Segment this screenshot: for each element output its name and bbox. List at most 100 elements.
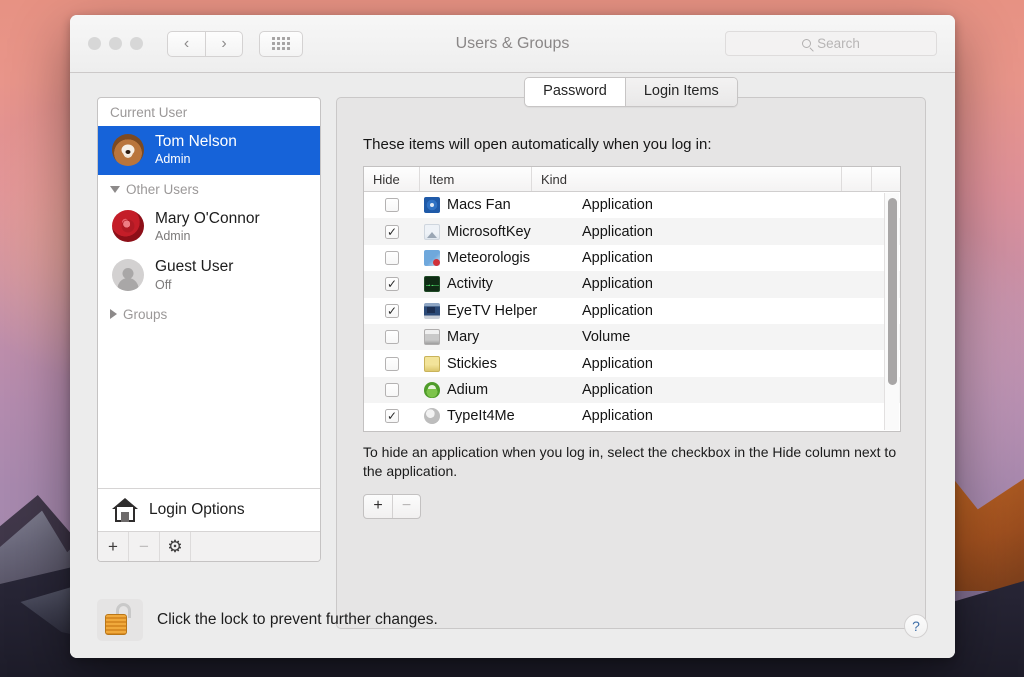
minimize-button[interactable] (109, 37, 122, 50)
item-name: Meteorologis (447, 250, 530, 266)
avatar (112, 259, 144, 291)
add-remove-login-item-buttons: + − (363, 494, 421, 519)
hide-checkbox[interactable] (385, 330, 399, 344)
kind-cell: Application (580, 197, 900, 213)
traffic-light-buttons (88, 37, 143, 50)
table-row[interactable]: Macs Fan Application (364, 192, 900, 218)
users-sidebar: Current User Tom Nelson Admin Other User… (97, 97, 321, 562)
forward-button[interactable]: › (205, 31, 243, 57)
item-name: Activity (447, 276, 493, 292)
hide-checkbox[interactable] (385, 198, 399, 212)
hide-checkbox[interactable] (385, 251, 399, 265)
hide-checkbox[interactable]: ✓ (385, 277, 399, 291)
add-login-item-button[interactable]: + (364, 495, 392, 518)
lock-row: Click the lock to prevent further change… (97, 599, 438, 641)
kind-cell: Application (580, 276, 900, 292)
sidebar-item-guest-user[interactable]: Guest User Off (98, 251, 320, 300)
column-header-kind[interactable]: Kind (532, 167, 842, 191)
sidebar-group-groups[interactable]: Groups (98, 300, 320, 328)
sidebar-group-other-users[interactable]: Other Users (98, 175, 320, 203)
hide-checkbox[interactable] (385, 383, 399, 397)
unlocked-padlock-icon[interactable] (97, 599, 143, 641)
hide-cell: ✓ (364, 304, 420, 318)
help-button[interactable]: ? (904, 614, 928, 638)
sidebar-item-tom-nelson[interactable]: Tom Nelson Admin (98, 126, 320, 175)
gear-icon[interactable]: ⚙ (160, 532, 191, 561)
table-header-row: Hide Item Kind (364, 167, 900, 192)
table-row[interactable]: ✓ MicrosoftKey Application (364, 218, 900, 244)
avatar (112, 134, 144, 166)
add-user-button[interactable]: + (98, 532, 129, 561)
lock-message: Click the lock to prevent further change… (157, 611, 438, 629)
typeit4me-app-icon (424, 408, 440, 424)
user-name: Tom Nelson (155, 132, 237, 151)
zoom-button[interactable] (130, 37, 143, 50)
window-titlebar: ‹ › Users & Groups Search (70, 15, 955, 73)
hide-checkbox[interactable]: ✓ (385, 225, 399, 239)
user-role: Admin (155, 151, 237, 167)
hide-column-hint: To hide an application when you log in, … (363, 443, 901, 481)
user-role: Off (155, 277, 233, 293)
hide-checkbox[interactable] (385, 357, 399, 371)
table-row[interactable]: Mary Volume (364, 324, 900, 350)
hide-cell (364, 198, 420, 212)
user-role: Admin (155, 228, 260, 244)
table-row[interactable]: ✓ TypeIt4Me Application (364, 403, 900, 429)
table-row[interactable]: ✓ EyeTV Helper Application (364, 298, 900, 324)
kind-cell: Volume (580, 329, 900, 345)
kind-cell: Application (580, 250, 900, 266)
hide-cell: ✓ (364, 277, 420, 291)
login-items-table: Hide Item Kind Macs Fan Application (363, 166, 901, 432)
show-all-grid-button[interactable] (259, 31, 303, 57)
tab-login-items[interactable]: Login Items (625, 78, 737, 106)
eyetv-app-icon (424, 303, 440, 319)
sidebar-group-label: Current User (110, 105, 187, 120)
kind-cell: Application (580, 382, 900, 398)
hide-cell: ✓ (364, 225, 420, 239)
hide-cell (364, 383, 420, 397)
item-cell: EyeTV Helper (420, 303, 580, 319)
table-row[interactable]: Adium Application (364, 377, 900, 403)
stickies-app-icon (424, 356, 440, 372)
hide-checkbox[interactable]: ✓ (385, 304, 399, 318)
weather-app-icon (424, 250, 440, 266)
table-scrollbar[interactable] (884, 193, 899, 430)
tab-password[interactable]: Password (525, 78, 625, 106)
sidebar-toolbar-filler (191, 532, 320, 561)
remove-user-button[interactable]: − (129, 532, 160, 561)
login-options-label: Login Options (149, 501, 245, 519)
sidebar-toolbar: + − ⚙ (98, 531, 320, 561)
sidebar-item-login-options[interactable]: Login Options (98, 488, 320, 531)
column-header-item[interactable]: Item (420, 167, 532, 191)
hide-checkbox[interactable]: ✓ (385, 409, 399, 423)
item-cell: Mary (420, 329, 580, 345)
avatar (112, 210, 144, 242)
user-name: Guest User (155, 257, 233, 276)
hide-cell: ✓ (364, 409, 420, 423)
table-row[interactable]: Stickies Application (364, 350, 900, 376)
sidebar-spacer (98, 328, 320, 488)
hide-cell (364, 357, 420, 371)
column-header-hide[interactable]: Hide (364, 167, 420, 191)
item-cell: Meteorologis (420, 250, 580, 266)
hide-cell (364, 251, 420, 265)
close-button[interactable] (88, 37, 101, 50)
hide-cell (364, 330, 420, 344)
scrollbar-thumb[interactable] (888, 198, 897, 385)
search-input[interactable]: Search (725, 31, 937, 56)
remove-login-item-button[interactable]: − (392, 495, 420, 518)
disk-volume-icon (424, 329, 440, 345)
system-preferences-window: ‹ › Users & Groups Search Current User T… (70, 15, 955, 658)
item-cell: TypeIt4Me (420, 408, 580, 424)
kind-cell: Application (580, 224, 900, 240)
sidebar-item-mary-oconnor[interactable]: Mary O'Connor Admin (98, 203, 320, 252)
panel-tabs: Password Login Items (336, 77, 926, 107)
back-button[interactable]: ‹ (167, 31, 205, 57)
item-name: Mary (447, 329, 479, 345)
table-row[interactable]: Meteorologis Application (364, 245, 900, 271)
table-row[interactable]: ✓ Activity Application (364, 271, 900, 297)
sidebar-group-label: Other Users (126, 182, 199, 197)
kind-cell: Application (580, 303, 900, 319)
fan-app-icon (424, 197, 440, 213)
item-name: TypeIt4Me (447, 408, 515, 424)
